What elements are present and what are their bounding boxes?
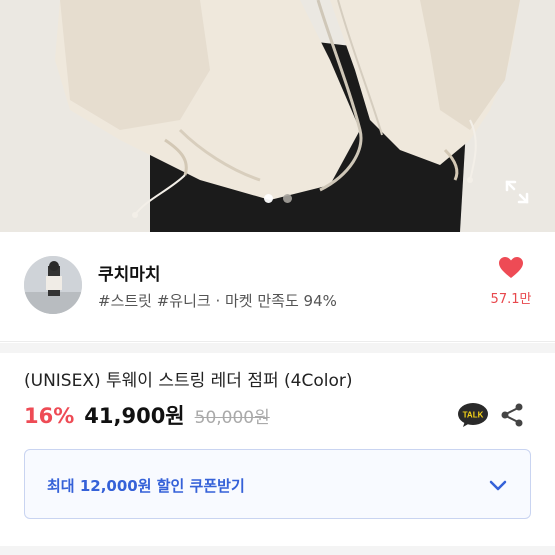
talk-label: TALK xyxy=(463,411,484,420)
gallery-dot-active[interactable] xyxy=(263,194,273,203)
coupon-button[interactable]: 최대 12,000원 할인 쿠폰받기 xyxy=(24,449,531,519)
heart-icon xyxy=(499,257,523,278)
like-button[interactable]: 57.1만 xyxy=(486,256,536,307)
original-price: 50,000원 xyxy=(194,408,270,428)
seller-name[interactable]: 쿠치마치 xyxy=(98,260,161,285)
kakao-talk-icon[interactable]: TALK xyxy=(457,402,489,428)
bottom-divider xyxy=(0,546,555,555)
seller-avatar[interactable] xyxy=(24,256,82,314)
gallery-dots xyxy=(0,194,555,203)
seller-row[interactable]: 쿠치마치 #스트릿 #유니크 · 마켓 만족도 94% 57.1만 xyxy=(0,232,555,342)
sale-price: 41,900원 xyxy=(84,404,185,428)
discount-rate: 16% xyxy=(24,404,75,428)
seller-tags-satisfaction: #스트릿 #유니크 · 마켓 만족도 94% xyxy=(98,292,337,310)
chevron-down-icon xyxy=(489,480,507,491)
gallery-dot[interactable] xyxy=(282,194,292,203)
share-icon[interactable] xyxy=(500,402,524,428)
like-count: 57.1만 xyxy=(490,292,532,307)
product-photo[interactable] xyxy=(0,0,555,232)
product-title: (UNISEX) 투웨이 스트링 레더 점퍼 (4Color) xyxy=(24,371,353,391)
expand-icon[interactable] xyxy=(500,175,534,209)
price-row: 16% 41,900원 50,000원 xyxy=(24,400,270,430)
coupon-label: 최대 12,000원 할인 쿠폰받기 xyxy=(47,477,245,495)
section-divider xyxy=(0,343,555,353)
